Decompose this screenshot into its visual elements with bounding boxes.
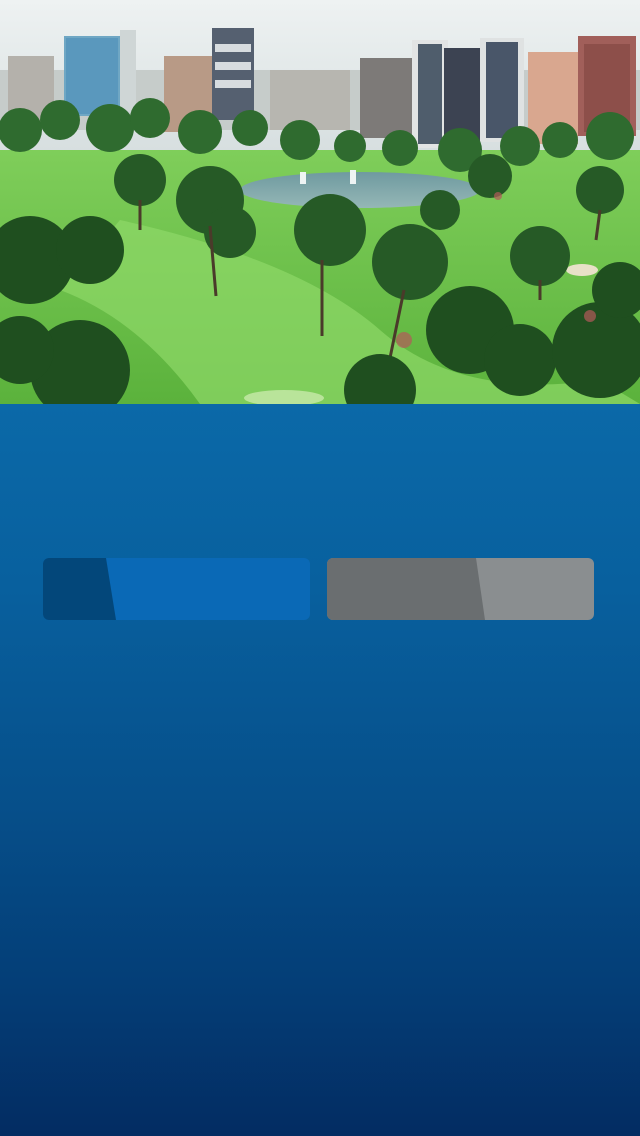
content-area [0, 404, 640, 1136]
action-buttons [43, 558, 594, 620]
secondary-action-button[interactable] [327, 558, 594, 620]
secondary-action-label [327, 558, 594, 620]
primary-action-button[interactable] [43, 558, 310, 620]
city-park-photo-icon [0, 0, 640, 404]
app-screen [0, 0, 640, 1136]
hero-image [0, 0, 640, 404]
primary-action-label [43, 558, 310, 620]
